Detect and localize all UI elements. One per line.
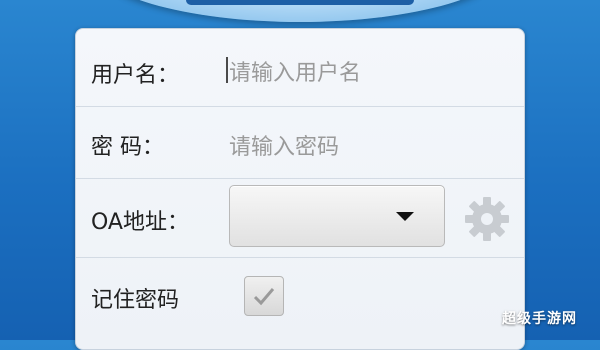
remember-row: 记住密码 [76,257,524,327]
login-panel: 用户名： 请输入用户名 密 码： 请输入密码 OA地址： 记住密码 [75,28,525,350]
username-input[interactable]: 请输入用户名 [229,55,361,87]
checkmark-icon [253,288,275,306]
remember-password-checkbox[interactable] [244,276,284,316]
oa-address-label: OA地址： [91,210,189,235]
password-input[interactable]: 请输入密码 [229,129,339,161]
password-row: 密 码： 请输入密码 [76,106,524,179]
watermark-logo: 超级手游网 [502,311,577,327]
gear-icon[interactable] [463,195,511,243]
header-bar [186,0,414,5]
username-row: 用户名： 请输入用户名 [76,29,524,107]
password-label: 密 码： [91,135,164,160]
username-label: 用户名： [91,63,180,88]
remember-password-label: 记住密码 [91,288,180,313]
text-caret [226,57,228,83]
oa-address-select[interactable] [229,185,445,247]
chevron-down-icon [396,212,414,221]
